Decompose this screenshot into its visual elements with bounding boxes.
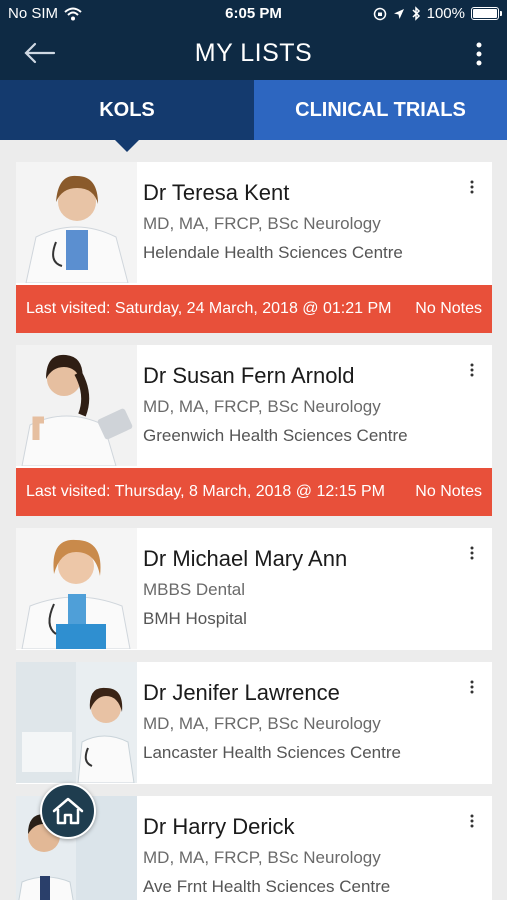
doctor-degrees: MBBS Dental	[143, 580, 246, 599]
doctor-degrees: MD, MA, FRCP, BSc Neurology	[143, 397, 381, 416]
doctor-card[interactable]: Dr Susan Fern Arnold MD, MA, FRCP, BSc N…	[16, 345, 492, 516]
doctor-institution: Greenwich Health Sciences Centre	[143, 426, 408, 445]
page-title: MY LISTS	[194, 39, 313, 67]
doctor-institution: Lancaster Health Sciences Centre	[143, 743, 401, 762]
orientation-lock-icon	[373, 7, 386, 20]
tab-clinical-trials[interactable]: CLINICAL TRIALS	[254, 80, 507, 140]
home-icon	[52, 797, 84, 825]
doctor-card[interactable]: Dr Jenifer Lawrence MD, MA, FRCP, BSc Ne…	[16, 662, 492, 784]
last-visited-banner: Last visited: Thursday, 8 March, 2018 @ …	[16, 468, 492, 516]
more-vertical-icon[interactable]	[473, 40, 485, 68]
battery-percent: 100%	[426, 5, 465, 22]
doctor-name: Dr Teresa Kent	[143, 180, 290, 205]
doctor-institution: BMH Hospital	[143, 609, 247, 628]
home-button[interactable]	[40, 783, 96, 839]
status-right: 100%	[373, 5, 502, 22]
bluetooth-icon	[412, 6, 420, 21]
app-header: MY LISTS	[0, 28, 507, 80]
location-icon	[393, 8, 404, 19]
notes-status: No Notes	[415, 300, 482, 317]
last-visited-banner: Last visited: Saturday, 24 March, 2018 @…	[16, 285, 492, 333]
doctor-institution: Helendale Health Sciences Centre	[143, 243, 403, 262]
doctor-photo	[16, 528, 137, 649]
doctor-institution: Ave Frnt Health Sciences Centre	[143, 877, 391, 896]
doctor-name: Dr Harry Derick	[143, 814, 295, 839]
last-visited-text: Last visited: Saturday, 24 March, 2018 @…	[26, 300, 392, 317]
card-menu-icon[interactable]	[468, 180, 476, 194]
tab-kols[interactable]: KOLS	[0, 80, 254, 152]
doctor-card[interactable]: Dr Teresa Kent MD, MA, FRCP, BSc Neurolo…	[16, 162, 492, 333]
doctor-card[interactable]: Dr Michael Mary Ann MBBS Dental BMH Hosp…	[16, 528, 492, 650]
doctor-photo	[16, 662, 137, 783]
doctor-photo	[16, 162, 137, 283]
tab-bar: KOLS CLINICAL TRIALS	[0, 80, 507, 152]
card-menu-icon[interactable]	[468, 546, 476, 560]
card-menu-icon[interactable]	[468, 363, 476, 377]
doctor-degrees: MD, MA, FRCP, BSc Neurology	[143, 214, 381, 233]
card-menu-icon[interactable]	[468, 814, 476, 828]
doctor-degrees: MD, MA, FRCP, BSc Neurology	[143, 848, 381, 867]
battery-icon	[471, 7, 502, 20]
doctor-name: Dr Susan Fern Arnold	[143, 363, 355, 388]
doctor-photo	[16, 345, 137, 466]
status-bar: No SIM 6:05 PM 100%	[0, 0, 507, 28]
notes-status: No Notes	[415, 483, 482, 500]
last-visited-text: Last visited: Thursday, 8 March, 2018 @ …	[26, 483, 385, 500]
doctor-name: Dr Michael Mary Ann	[143, 546, 348, 571]
doctor-degrees: MD, MA, FRCP, BSc Neurology	[143, 714, 381, 733]
card-menu-icon[interactable]	[468, 680, 476, 694]
doctor-name: Dr Jenifer Lawrence	[143, 680, 340, 705]
